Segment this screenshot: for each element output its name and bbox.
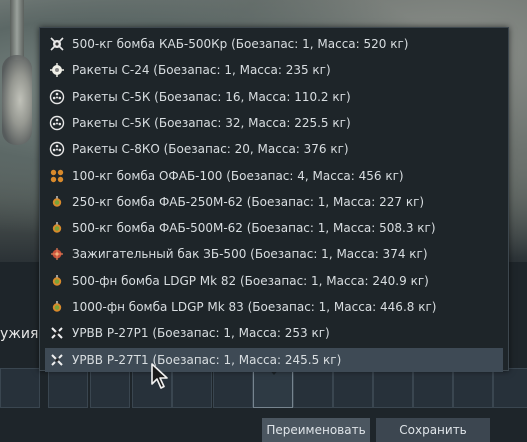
rename-button[interactable]: Переименовать <box>262 418 370 442</box>
weapon-slot[interactable] <box>293 368 333 408</box>
weapon-preset-option-label: Ракеты С-5К (Боезапас: 32, Масса: 225.5 … <box>72 115 351 130</box>
weapon-preset-option[interactable]: 100-кг бомба ОФАБ-100 (Боезапас: 4, Масс… <box>45 164 503 188</box>
weapon-preset-option[interactable]: Ракеты С-5К (Боезапас: 32, Масса: 225.5 … <box>45 111 503 135</box>
weapon-preset-option-label: Ракеты С-24 (Боезапас: 1, Масса: 235 кг) <box>72 63 331 78</box>
weapon-slot[interactable] <box>48 368 88 408</box>
weapons-section-label: ужия <box>0 326 39 342</box>
weapon-preset-option[interactable]: 500-кг бомба КАБ-500Кр (Боезапас: 1, Мас… <box>45 32 503 56</box>
landing-gear-strut <box>10 0 24 60</box>
weapon-preset-option-label: Зажигательный бак ЗБ-500 (Боезапас: 1, М… <box>72 247 428 262</box>
weapon-preset-option-label: 500-фн бомба LDGP Mk 82 (Боезапас: 1, Ма… <box>72 273 429 288</box>
weapon-preset-option-label: Ракеты С-5К (Боезапас: 16, Масса: 110.2 … <box>72 89 351 104</box>
bomb-icon <box>48 298 66 316</box>
mouse-cursor-icon <box>151 363 168 389</box>
weapon-slot[interactable] <box>453 368 493 408</box>
rocket-pod-icon <box>48 114 66 132</box>
weapon-slot[interactable] <box>172 368 212 408</box>
weapon-preset-option[interactable]: УРВВ Р-27Т1 (Боезапас: 1, Масса: 245.5 к… <box>45 347 503 372</box>
weapon-preset-option-label: 500-кг бомба КАБ-500Кр (Боезапас: 1, Мас… <box>72 37 409 51</box>
weapon-preset-option[interactable]: 500-кг бомба ФАБ-500М-62 (Боезапас: 1, М… <box>45 216 503 240</box>
weapon-slot[interactable] <box>413 368 453 408</box>
weapon-preset-option-label: 500-кг бомба ФАБ-500М-62 (Боезапас: 1, М… <box>72 221 436 236</box>
weapon-preset-option[interactable]: Зажигательный бак ЗБ-500 (Боезапас: 1, М… <box>45 242 503 266</box>
missile-icon <box>48 351 66 369</box>
weapon-preset-option-label: 250-кг бомба ФАБ-250М-62 (Боезапас: 1, М… <box>72 194 425 209</box>
weapon-preset-option[interactable]: Ракеты С-8КО (Боезапас: 20, Масса: 376 к… <box>45 137 503 161</box>
rocket-pod-icon <box>48 140 66 158</box>
weapon-slot[interactable] <box>373 368 413 408</box>
bomb-cluster-icon <box>48 167 66 185</box>
rocket-pod-icon <box>48 88 66 106</box>
weapon-preset-option[interactable]: Ракеты С-24 (Боезапас: 1, Масса: 235 кг) <box>45 58 503 82</box>
save-button[interactable]: Сохранить <box>376 418 490 442</box>
bomb-icon <box>48 219 66 237</box>
guided-bomb-icon <box>48 35 66 53</box>
weapon-preset-option-label: УРВВ Р-27Т1 (Боезапас: 1, Масса: 245.5 к… <box>72 352 342 367</box>
weapon-preset-option[interactable]: 250-кг бомба ФАБ-250М-62 (Боезапас: 1, М… <box>45 190 503 214</box>
weapon-preset-option[interactable]: 500-фн бомба LDGP Mk 82 (Боезапас: 1, Ма… <box>45 269 503 293</box>
weapon-preset-option-label: 100-кг бомба ОФАБ-100 (Боезапас: 4, Масс… <box>72 168 404 183</box>
rocket-icon <box>48 61 66 79</box>
weapon-preset-option[interactable]: 1000-фн бомба LDGP Mk 83 (Боезапас: 1, М… <box>45 295 503 319</box>
bomb-icon <box>48 272 66 290</box>
weapon-preset-option[interactable]: Ракеты С-5К (Боезапас: 16, Масса: 110.2 … <box>45 85 503 109</box>
bomb-icon <box>48 193 66 211</box>
weapon-slot[interactable] <box>253 368 293 408</box>
weapon-slot[interactable] <box>213 368 253 408</box>
missile-icon <box>48 324 66 342</box>
weapon-slot[interactable] <box>90 368 130 408</box>
weapon-preset-option-label: УРВВ Р-27Р1 (Боезапас: 1, Масса: 253 кг) <box>72 326 330 341</box>
landing-gear-wheel <box>2 55 32 145</box>
weapon-preset-option-label: 1000-фн бомба LDGP Mk 83 (Боезапас: 1, М… <box>72 300 437 314</box>
weapon-preset-option-label: Ракеты С-8КО (Боезапас: 20, Масса: 376 к… <box>72 142 349 157</box>
weapon-preset-dropdown: 500-кг бомба КАБ-500Кр (Боезапас: 1, Мас… <box>39 27 509 372</box>
weapon-slot[interactable] <box>493 368 527 408</box>
weapon-slot[interactable] <box>333 368 373 408</box>
weapon-preset-option[interactable]: УРВВ Р-27Р1 (Боезапас: 1, Масса: 253 кг) <box>45 321 503 345</box>
incendiary-tank-icon <box>48 245 66 263</box>
weapon-slot[interactable] <box>0 368 40 408</box>
weapon-slot-row <box>0 368 527 408</box>
